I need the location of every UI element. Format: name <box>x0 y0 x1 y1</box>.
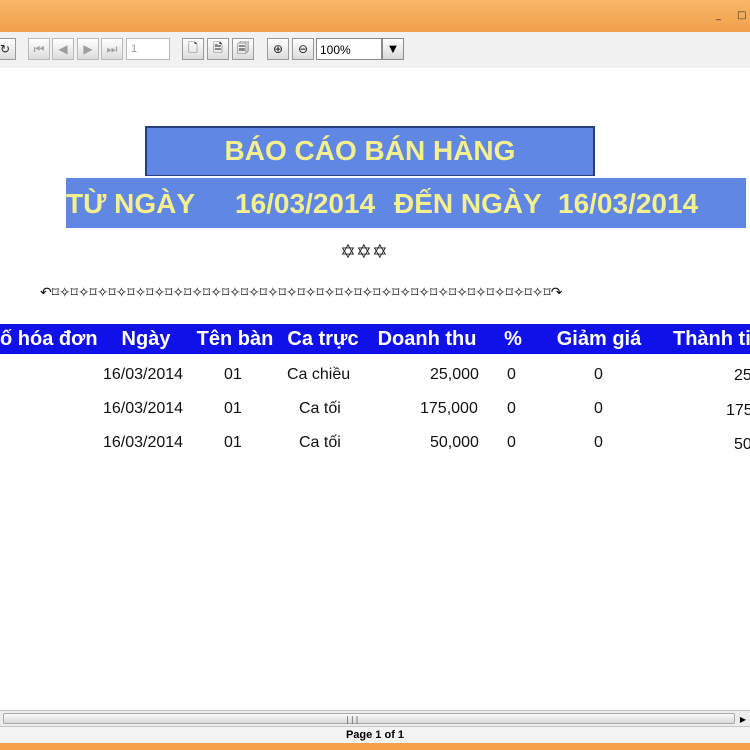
actual-size-icon[interactable]: 🗋 <box>182 38 204 60</box>
viewer-toolbar: ↻ ⏮ ◀ ▶ ⏭ 1 🗋 🗎 🗐 ⊕ ⊖ 100% ▼ <box>0 32 750 69</box>
cell-revenue: 50,000 <box>430 434 479 451</box>
date-range-banner: TỪ NGÀY 16/03/2014 ĐẾN NGÀY 16/03/2014 <box>66 178 746 228</box>
reload-icon[interactable]: ↻ <box>0 38 16 60</box>
horizontal-scrollbar[interactable]: ||| ▶ <box>0 710 750 727</box>
scrollbar-thumb[interactable] <box>3 713 735 724</box>
report-page: BÁO CÁO BÁN HÀNG TỪ NGÀY 16/03/2014 ĐẾN … <box>0 68 750 710</box>
cell-percent: 0 <box>507 366 516 383</box>
cell-date: 16/03/2014 <box>103 434 184 451</box>
page-status: Page 1 of 1 <box>0 726 750 744</box>
cell-table: 01 <box>224 400 242 417</box>
column-header-date: Ngày <box>98 324 194 354</box>
first-page-button[interactable]: ⏮ <box>28 38 50 60</box>
maximize-button[interactable]: □ <box>737 10 747 22</box>
cell-shift: Ca chiều <box>287 366 351 383</box>
report-title: BÁO CÁO BÁN HÀNG <box>145 126 595 176</box>
to-date-label: ĐẾN NGÀY <box>394 188 542 219</box>
zoom-out-icon[interactable]: ⊖ <box>292 38 314 60</box>
column-header-shift: Ca trực <box>276 324 370 354</box>
column-header-total: Thành ti <box>656 324 750 354</box>
column-header-invoice: ố hóa đơn <box>0 324 98 354</box>
zoom-dropdown-button[interactable]: ▼ <box>382 38 404 60</box>
cell-date: 16/03/2014 <box>103 366 184 383</box>
cell-total: 175 <box>726 402 750 419</box>
previous-page-button[interactable]: ◀ <box>52 38 74 60</box>
ornament-divider: ↶⌑✧⌑✧⌑✧⌑✧⌑✧⌑✧⌑✧⌑✧⌑✧⌑✧⌑✧⌑✧⌑✧⌑✧⌑✧⌑✧⌑✧⌑✧⌑✧⌑… <box>40 285 563 301</box>
to-date-value: 16/03/2014 <box>558 188 699 219</box>
cell-shift: Ca tối <box>299 434 341 451</box>
cell-revenue: 25,000 <box>430 366 479 383</box>
cell-percent: 0 <box>507 434 516 451</box>
fit-page-icon[interactable]: 🗐 <box>232 38 254 60</box>
window-bottom-border <box>0 743 750 750</box>
next-page-button[interactable]: ▶ <box>77 38 99 60</box>
column-header-table: Tên bàn <box>194 324 276 354</box>
last-page-button[interactable]: ⏭ <box>101 38 123 60</box>
window-titlebar: _ □ <box>0 0 750 32</box>
cell-discount: 0 <box>594 434 603 451</box>
column-header-revenue: Doanh thu <box>370 324 484 354</box>
column-header-discount: Giảm giá <box>542 324 656 354</box>
scrollbar-grip-icon: ||| <box>345 715 360 724</box>
column-header-percent: % <box>484 324 542 354</box>
cell-discount: 0 <box>594 400 603 417</box>
cell-table: 01 <box>224 434 242 451</box>
from-date-value: 16/03/2014 <box>235 188 376 219</box>
cell-total: 25 <box>734 367 750 384</box>
from-date-label: TỪ NGÀY <box>66 188 196 219</box>
zoom-in-icon[interactable]: ⊕ <box>267 38 289 60</box>
page-number-input[interactable]: 1 <box>126 38 170 60</box>
star-decoration: ✡✡✡ <box>340 241 388 263</box>
cell-discount: 0 <box>594 366 603 383</box>
cell-shift: Ca tối <box>299 400 341 417</box>
cell-revenue: 175,000 <box>420 400 478 417</box>
minimize-button[interactable]: _ <box>716 10 726 22</box>
scroll-right-arrow-icon[interactable]: ▶ <box>736 712 750 726</box>
fit-width-icon[interactable]: 🗎 <box>207 38 229 60</box>
cell-total: 50 <box>734 436 750 453</box>
cell-percent: 0 <box>507 400 516 417</box>
cell-date: 16/03/2014 <box>103 400 184 417</box>
cell-table: 01 <box>224 366 242 383</box>
zoom-level-input[interactable]: 100% <box>316 38 382 60</box>
